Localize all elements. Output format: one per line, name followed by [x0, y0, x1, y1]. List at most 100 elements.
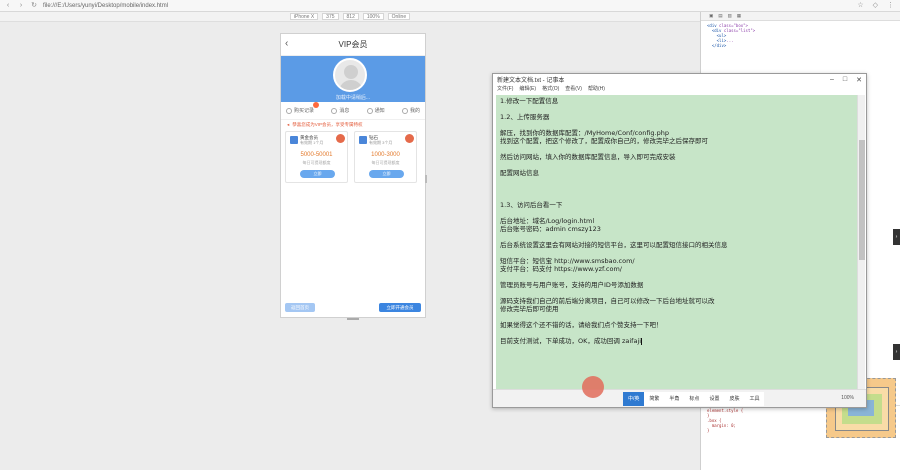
notice-text: 恭喜您成为VIP会员，享受专属特权 [292, 121, 363, 127]
open-vip-button[interactable]: 立即开通会员 [379, 303, 421, 312]
tab-label: 我的 [409, 108, 420, 114]
tab-elements[interactable]: ▣ [709, 13, 713, 19]
corner-badge [405, 134, 414, 143]
throttle-select[interactable]: Online [387, 13, 411, 20]
home-button[interactable]: 返回首页 [285, 303, 315, 312]
text-line: 支付平台：码支付 https://www.yzf.com/ [500, 265, 622, 273]
menu-help[interactable]: 帮助(H) [588, 85, 605, 93]
ime-item[interactable]: 标点 [684, 392, 705, 406]
plan-buy-button[interactable]: 立即 [300, 170, 335, 178]
menu-format[interactable]: 格式(O) [542, 85, 559, 93]
height-field[interactable]: 812 [342, 13, 359, 20]
tab-notices[interactable]: 通知 [366, 107, 385, 114]
tab-console[interactable]: ▤ [718, 13, 722, 19]
window-title: 新建文本文档.txt - 记事本 [497, 78, 565, 84]
plan-icon [290, 136, 298, 144]
width-field[interactable]: 375 [322, 13, 339, 20]
plan-price: 5000-50001 [300, 152, 333, 158]
message-icon [331, 107, 338, 114]
text-line: 配置网站信息 [500, 169, 539, 177]
zoom-level: 100% [841, 395, 854, 401]
ime-item[interactable]: 设置 [704, 392, 725, 406]
page-title: VIP会员 [338, 40, 368, 49]
reload-icon[interactable]: ↻ [30, 2, 38, 10]
device-select[interactable]: iPhone X [289, 13, 319, 20]
text-line [500, 313, 854, 321]
menu-icon[interactable]: ⋮ [887, 1, 894, 9]
text-line: 管理员账号与用户账号，支持的用户ID号添加数据 [500, 281, 644, 289]
tabs-row: 购买记录 消息 通知 我的 [281, 102, 425, 120]
text-line: 后台系统设置这里会有网站对接的短信平台，这里可以配置短信接口的相关信息 [500, 241, 728, 249]
text-area[interactable]: 1.修改一下配置信息 1.2、上传服务器解压，找到你的数据库配置：/MyHome/… [496, 95, 858, 389]
resize-handle[interactable] [347, 318, 359, 320]
zoom-select[interactable]: 100% [362, 13, 384, 20]
back-arrow-icon[interactable]: ‹ [285, 38, 288, 49]
window-titlebar: 新建文本文档.txt - 记事本 – □ ✕ [493, 74, 866, 85]
text-line: 1.2、上传服务器 [500, 113, 550, 121]
tab-label: 购买记录 [294, 108, 315, 114]
bell-icon [366, 107, 373, 114]
text-line: 解压，找到你的数据库配置：/MyHome/Conf/config.php [500, 129, 669, 137]
forward-icon[interactable]: › [17, 2, 25, 10]
ime-item[interactable]: 半角 [664, 392, 685, 406]
text-line [500, 185, 854, 193]
text-line [500, 121, 854, 129]
corner-badge [336, 134, 345, 143]
side-collapse-tab[interactable]: › [893, 344, 900, 360]
plan-card[interactable]: 钻石 有效期 3个月 1000-3000 每日可提现额度 立即 [354, 131, 417, 183]
tab-records[interactable]: 购买记录 [286, 102, 320, 114]
extensions-icon[interactable]: ◇ [873, 1, 878, 9]
avatar[interactable] [333, 58, 367, 92]
text-line: 源码支持我们自己的前后端分离项目，自己可以修改一下后台地址就可以改 [500, 297, 715, 305]
badge-dot [313, 102, 320, 108]
text-line: 然后访问网站，填入你的数据库配置信息，导入即可完成安装 [500, 153, 676, 161]
ime-item[interactable]: 简繁 [644, 392, 665, 406]
profile-banner: 加载中请稍后... [281, 56, 425, 102]
ime-item[interactable]: 皮肤 [724, 392, 745, 406]
tab-mine[interactable]: 我的 [401, 107, 420, 114]
avatar-body [339, 80, 363, 90]
text-line: 短信平台：短信宝 http://www.smsbao.com/ [500, 257, 635, 265]
plan-card[interactable]: 黄金会员 有效期 1个月 5000-50001 每日可提现额度 立即 [285, 131, 348, 183]
typed-text: zaifaji [621, 337, 642, 345]
plan-cards: 黄金会员 有效期 1个月 5000-50001 每日可提现额度 立即 钻石 有效… [281, 129, 425, 185]
side-resize-handle[interactable] [425, 175, 427, 183]
star-icon[interactable]: ☆ [857, 1, 863, 9]
back-icon[interactable]: ‹ [4, 2, 12, 10]
vertical-scrollbar[interactable] [857, 95, 865, 389]
plan-caption: 每日可提现额度 [371, 160, 400, 165]
status-bar: 中/英 简繁 半角 标点 设置 皮肤 工具 100% [493, 389, 866, 407]
close-icon[interactable]: ✕ [856, 76, 862, 84]
notice-bar: ◂ 恭喜您成为VIP会员，享受专属特权 [281, 120, 425, 129]
text-line: 修改完毕后即可使用 [500, 305, 559, 313]
menu-file[interactable]: 文件(F) [497, 85, 513, 93]
text-line: 找到这个配置，把这个修改了，配置成你自己的，修改完毕之后保存即可 [500, 137, 708, 145]
side-collapse-tab[interactable]: › [893, 229, 900, 245]
tab-messages[interactable]: 消息 [331, 107, 349, 114]
text-line: 1.修改一下配置信息 [500, 97, 559, 105]
speaker-icon: ◂ [287, 121, 290, 127]
menu-view[interactable]: 查看(V) [565, 85, 582, 93]
tab-sources[interactable]: ▥ [728, 13, 732, 19]
text-line [500, 289, 854, 297]
scrollbar-thumb[interactable] [859, 140, 865, 260]
banner-caption: 加载中请稍后... [335, 95, 371, 101]
ime-item[interactable]: 工具 [744, 392, 765, 406]
plan-buy-button[interactable]: 立即 [369, 170, 404, 178]
tab-network[interactable]: ▦ [737, 13, 741, 19]
text-line [500, 105, 854, 113]
line-prefix: 目前支付测试，下单成功，OK， [500, 337, 594, 345]
plan-sub: 有效期 3个月 [369, 140, 393, 145]
plan-icon [359, 136, 367, 144]
minimize-icon[interactable]: – [830, 76, 834, 84]
avatar-head [344, 65, 358, 79]
plan-caption: 每日可提现额度 [302, 160, 331, 165]
address-bar[interactable]: file:///E:/Users/yunyi/Desktop/mobile/in… [43, 3, 168, 9]
ime-item[interactable]: 中/英 [623, 392, 645, 406]
highlighted-text: 成功回调 [593, 337, 620, 345]
text-line [500, 209, 854, 217]
text-line: 后台账号密码：admin cmszy123 [500, 225, 601, 233]
menu-edit[interactable]: 编辑(E) [519, 85, 536, 93]
maximize-icon[interactable]: □ [843, 76, 847, 84]
text-line [500, 329, 854, 337]
